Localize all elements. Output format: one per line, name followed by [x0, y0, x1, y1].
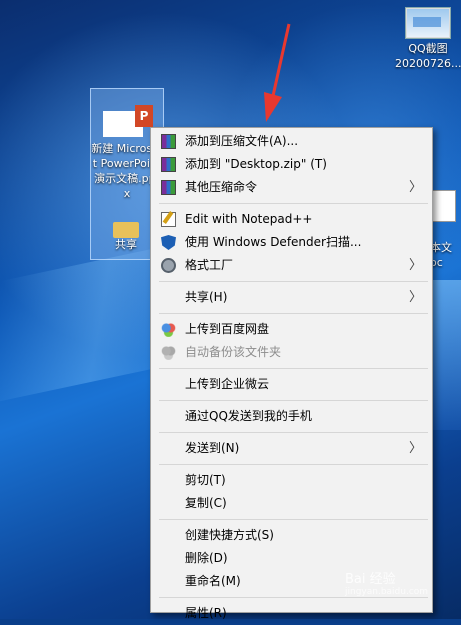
menu-item-create-shortcut[interactable]: 创建快捷方式(S)	[151, 524, 432, 547]
menu-item-label: 创建快捷方式(S)	[185, 528, 274, 542]
file-label-line1: QQ截图	[408, 42, 448, 55]
menu-item-label: 复制(C)	[185, 496, 227, 510]
menu-item-auto-backup: 自动备份该文件夹	[151, 341, 432, 364]
menu-item-label: 发送到(N)	[185, 441, 240, 455]
menu-item-defender-scan[interactable]: 使用 Windows Defender扫描...	[151, 231, 432, 254]
wallpaper-light-beam	[430, 280, 461, 430]
menu-item-delete[interactable]: 删除(D)	[151, 547, 432, 570]
menu-separator	[159, 597, 428, 598]
menu-separator	[159, 464, 428, 465]
folder-icon	[113, 222, 139, 238]
menu-item-send-via-qq[interactable]: 通过QQ发送到我的手机	[151, 405, 432, 428]
menu-item-add-to-archive[interactable]: 添加到压缩文件(A)...	[151, 130, 432, 153]
watermark-text: Bai 经验	[345, 572, 396, 587]
menu-item-label: 剪切(T)	[185, 473, 226, 487]
winrar-icon	[161, 134, 176, 149]
menu-separator	[159, 519, 428, 520]
menu-separator	[159, 368, 428, 369]
image-file-icon	[406, 8, 450, 38]
menu-separator	[159, 313, 428, 314]
chevron-right-icon: 〉	[408, 290, 422, 305]
chevron-right-icon: 〉	[408, 441, 422, 456]
menu-separator	[159, 432, 428, 433]
menu-item-label: 格式工厂	[185, 258, 234, 272]
menu-item-share[interactable]: 共享(H) 〉	[151, 286, 432, 309]
menu-separator	[159, 281, 428, 282]
file-label-line2: 20200726...	[395, 57, 461, 70]
chevron-right-icon: 〉	[408, 180, 422, 195]
file-label: 本文 oc	[430, 241, 452, 269]
menu-item-label: 其他压缩命令	[185, 180, 258, 194]
menu-item-properties[interactable]: 属性(R)	[151, 602, 432, 625]
menu-item-format-factory[interactable]: 格式工厂 〉	[151, 254, 432, 277]
menu-separator	[159, 400, 428, 401]
format-factory-icon	[161, 258, 176, 273]
menu-item-upload-baidu[interactable]: 上传到百度网盘	[151, 318, 432, 341]
context-menu: 添加到压缩文件(A)... 添加到 "Desktop.zip" (T) 其他压缩…	[150, 127, 433, 620]
menu-item-label: 共享(H)	[185, 290, 228, 304]
menu-item-add-to-desktop-zip[interactable]: 添加到 "Desktop.zip" (T)	[151, 153, 432, 176]
watermark-url: jingyan.baidu.com	[345, 587, 429, 597]
text-file-icon	[432, 190, 456, 222]
notepad-plus-icon	[161, 212, 176, 227]
menu-item-label: 添加到 "Desktop.zip" (T)	[185, 157, 327, 171]
menu-item-notepad-plus[interactable]: Edit with Notepad++	[151, 208, 432, 231]
baidu-cloud-icon	[161, 322, 176, 337]
defender-shield-icon	[161, 235, 176, 250]
menu-item-cut[interactable]: 剪切(T)	[151, 469, 432, 492]
menu-item-upload-weiyun[interactable]: 上传到企业微云	[151, 373, 432, 396]
menu-item-label: 删除(D)	[185, 551, 228, 565]
chevron-right-icon: 〉	[408, 258, 422, 273]
baidu-jingyan-watermark: Bai 经验 jingyan.baidu.com	[345, 568, 434, 597]
menu-item-label: 添加到压缩文件(A)...	[185, 134, 299, 148]
winrar-icon	[161, 157, 176, 172]
menu-item-label: 属性(R)	[185, 606, 227, 620]
menu-separator	[159, 203, 428, 204]
menu-item-label: 通过QQ发送到我的手机	[185, 409, 312, 423]
menu-item-label: Edit with Notepad++	[185, 212, 313, 226]
menu-item-other-compress[interactable]: 其他压缩命令 〉	[151, 176, 432, 199]
menu-item-label: 上传到企业微云	[185, 377, 270, 391]
qq-screenshot-file[interactable]: QQ截图 20200726...	[395, 8, 461, 71]
menu-item-label: 自动备份该文件夹	[185, 345, 282, 359]
menu-item-send-to[interactable]: 发送到(N) 〉	[151, 437, 432, 460]
winrar-icon	[161, 180, 176, 195]
menu-item-label: 使用 Windows Defender扫描...	[185, 235, 362, 249]
powerpoint-icon: P	[135, 105, 153, 127]
menu-item-copy[interactable]: 复制(C)	[151, 492, 432, 515]
menu-item-label: 上传到百度网盘	[185, 322, 270, 336]
menu-item-label: 重命名(M)	[185, 574, 241, 588]
baidu-cloud-icon	[161, 345, 176, 360]
